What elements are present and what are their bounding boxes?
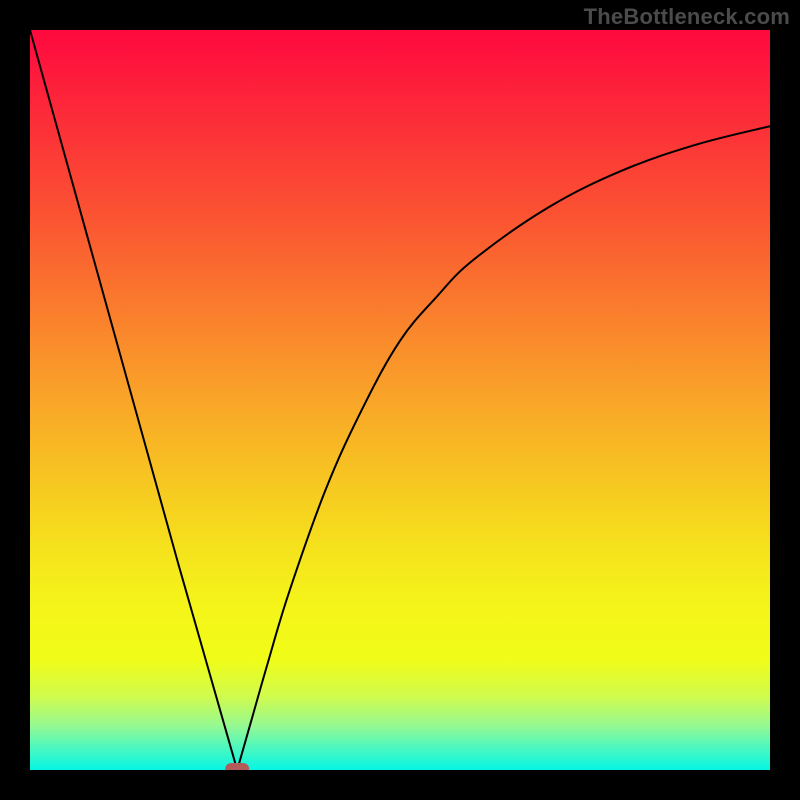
watermark-text: TheBottleneck.com (584, 4, 790, 30)
chart-frame: TheBottleneck.com (0, 0, 800, 800)
gradient-background (30, 30, 770, 770)
plot-area (30, 30, 770, 770)
chart-svg (30, 30, 770, 770)
minimum-marker (225, 763, 249, 770)
